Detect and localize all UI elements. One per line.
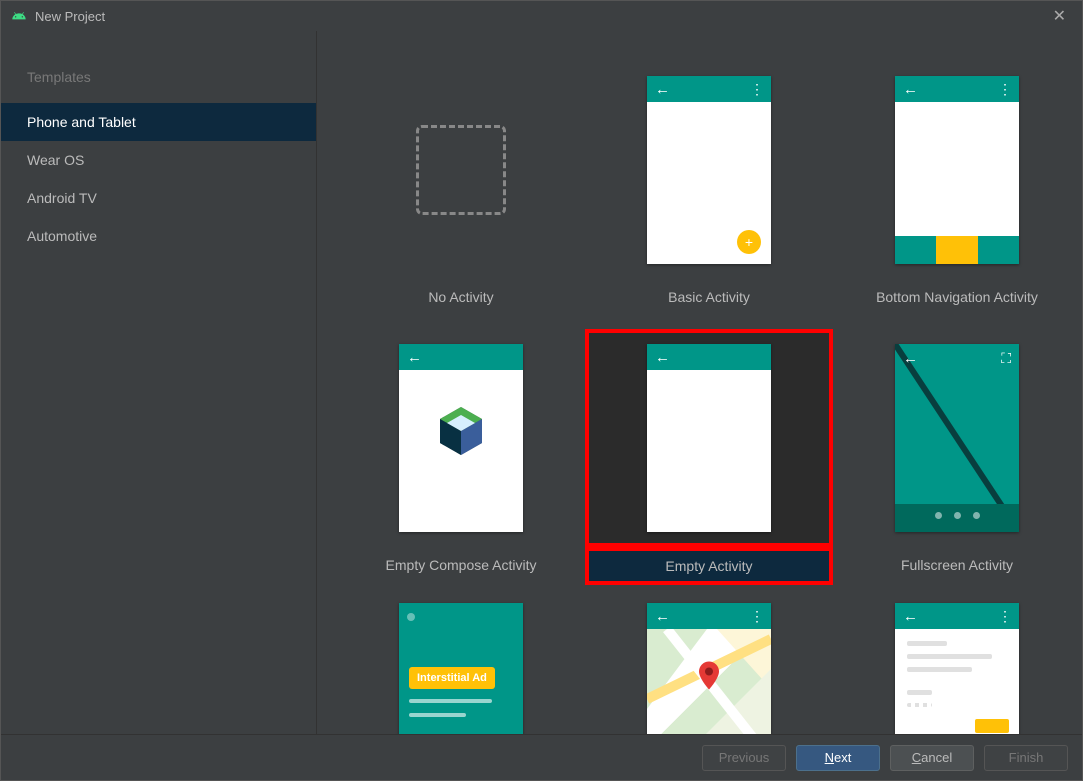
- template-interstitial-ad[interactable]: Interstitial Ad: [337, 603, 585, 734]
- bottom-nav-bar: [895, 236, 1019, 264]
- template-empty-activity[interactable]: ← Empty Activity: [585, 329, 833, 585]
- template-thumb: ←⋮: [833, 603, 1081, 734]
- nav-dots: [895, 511, 1019, 522]
- overflow-icon: ⋮: [998, 608, 1011, 625]
- map-illustration: [647, 629, 771, 734]
- template-empty-compose[interactable]: ← Empty: [337, 329, 585, 585]
- template-label: Empty Activity: [585, 547, 833, 585]
- template-thumb: ←⋮: [585, 603, 833, 734]
- phone-preview: Interstitial Ad: [399, 603, 523, 734]
- phone-preview: ←⋮: [895, 603, 1019, 734]
- template-fullscreen[interactable]: ← ⛶ Fullscreen Activity: [833, 329, 1081, 585]
- template-bottom-nav[interactable]: ←⋮ Bottom Navigation Activity: [833, 61, 1081, 311]
- sidebar: Templates Phone and Tablet Wear OS Andro…: [1, 31, 317, 734]
- detail-illustration: [895, 629, 1019, 734]
- android-icon: [11, 8, 27, 24]
- template-no-activity[interactable]: No Activity: [337, 61, 585, 311]
- phone-preview: ←⋮: [647, 603, 771, 734]
- sidebar-heading: Templates: [1, 61, 316, 103]
- template-label: No Activity: [428, 279, 493, 311]
- window-title: New Project: [35, 9, 1047, 24]
- template-thumb: ← ⋮ +: [585, 61, 833, 279]
- phone-preview: ← ⋮ +: [647, 76, 771, 264]
- phone-preview: ←: [647, 344, 771, 532]
- template-google-maps[interactable]: ←⋮: [585, 603, 833, 734]
- template-thumb: ←⋮: [833, 61, 1081, 279]
- ad-illustration: Interstitial Ad: [399, 603, 523, 734]
- phone-preview: ←: [399, 344, 523, 532]
- sidebar-item-android-tv[interactable]: Android TV: [1, 179, 316, 217]
- fullscreen-icon: ⛶: [1001, 350, 1011, 367]
- ad-badge: Interstitial Ad: [409, 667, 495, 689]
- dialog-body: Templates Phone and Tablet Wear OS Andro…: [1, 31, 1082, 734]
- template-master-detail[interactable]: ←⋮: [833, 603, 1081, 734]
- back-arrow-icon: ←: [407, 349, 422, 366]
- templates-pane[interactable]: No Activity ←⋮ + Basic Activity: [317, 31, 1082, 734]
- finish-button: Finish: [984, 745, 1068, 771]
- fullscreen-illustration: ← ⛶: [895, 344, 1019, 532]
- phone-preview: ← ⛶: [895, 344, 1019, 532]
- template-label: Fullscreen Activity: [901, 547, 1013, 579]
- sidebar-item-automotive[interactable]: Automotive: [1, 217, 316, 255]
- sidebar-item-phone-tablet[interactable]: Phone and Tablet: [1, 103, 316, 141]
- back-arrow-icon: ←: [903, 608, 918, 625]
- template-label: Basic Activity: [668, 279, 750, 311]
- cancel-button[interactable]: Cancel: [890, 745, 974, 771]
- overflow-icon: ⋮: [998, 81, 1011, 98]
- back-arrow-icon: ←: [903, 350, 918, 367]
- dialog-footer: Previous Next Cancel Finish: [1, 734, 1082, 780]
- template-basic-activity[interactable]: ← ⋮ + Basic Activity: [585, 61, 833, 311]
- next-button[interactable]: Next: [796, 745, 880, 771]
- back-arrow-icon: ←: [655, 608, 670, 625]
- template-thumb: ← ⛶: [833, 329, 1081, 547]
- template-thumb: ←: [585, 329, 833, 547]
- template-thumb: Interstitial Ad: [337, 603, 585, 734]
- titlebar: New Project ✕: [1, 1, 1082, 31]
- overflow-icon: ⋮: [750, 81, 763, 98]
- overflow-icon: ⋮: [750, 608, 763, 625]
- dashed-box-icon: [416, 125, 506, 215]
- fab-icon: +: [737, 230, 761, 254]
- templates-grid: No Activity ←⋮ + Basic Activity: [337, 61, 1062, 734]
- back-arrow-icon: ←: [655, 349, 670, 366]
- template-label: Bottom Navigation Activity: [876, 279, 1038, 311]
- compose-logo-icon: [437, 405, 485, 460]
- map-pin-icon: [699, 662, 719, 697]
- template-thumb: [337, 61, 585, 279]
- sidebar-item-wear-os[interactable]: Wear OS: [1, 141, 316, 179]
- back-arrow-icon: ←: [655, 81, 670, 98]
- template-label: Empty Compose Activity: [386, 547, 537, 579]
- back-arrow-icon: ←: [903, 81, 918, 98]
- template-thumb: ←: [337, 329, 585, 547]
- new-project-dialog: New Project ✕ Templates Phone and Tablet…: [0, 0, 1083, 781]
- previous-button: Previous: [702, 745, 786, 771]
- close-icon[interactable]: ✕: [1047, 2, 1072, 30]
- phone-preview: ←⋮: [895, 76, 1019, 264]
